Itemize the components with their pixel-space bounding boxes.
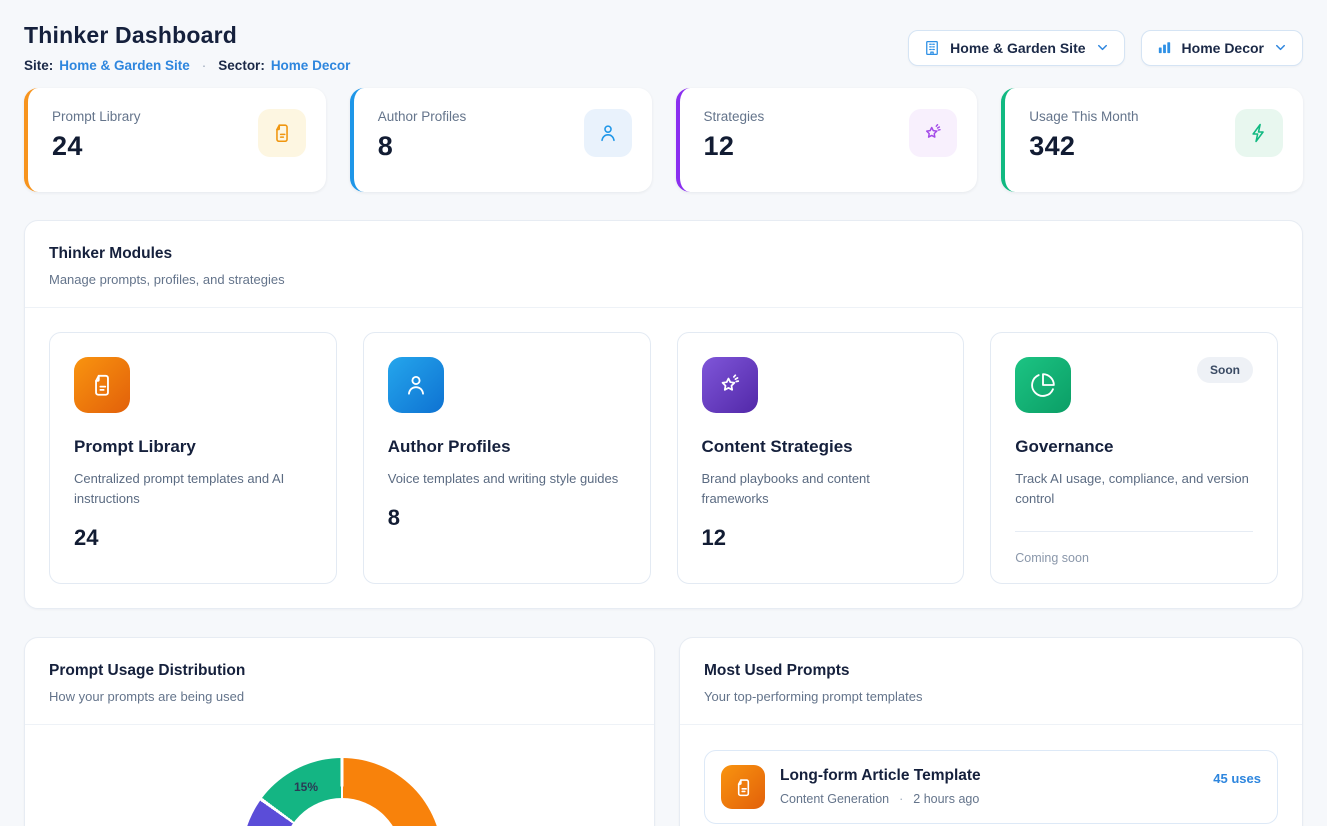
site-selector-dropdown[interactable]: Home & Garden Site <box>908 30 1124 66</box>
user-icon <box>584 109 632 157</box>
soon-badge: Soon <box>1197 357 1253 383</box>
usage-title: Prompt Usage Distribution <box>49 662 630 680</box>
module-card-governance[interactable]: Soon Governance Track AI usage, complian… <box>990 332 1278 584</box>
usage-panel-header: Prompt Usage Distribution How your promp… <box>25 638 654 724</box>
stat-text: Usage This Month 342 <box>1029 109 1138 192</box>
chevron-down-icon <box>1273 40 1288 55</box>
bar-chart-icon <box>1156 39 1173 56</box>
prompt-category: Content Generation <box>780 792 889 806</box>
stat-value: 12 <box>704 131 765 162</box>
stat-label: Author Profiles <box>378 109 467 124</box>
prompt-time: 2 hours ago <box>913 792 979 806</box>
module-title: Prompt Library <box>74 437 312 457</box>
file-icon <box>721 765 765 809</box>
usage-subtitle: How your prompts are being used <box>49 689 630 704</box>
donut-segment-label: 15% <box>294 780 318 794</box>
sector-label: Sector: <box>218 58 265 73</box>
stat-label: Prompt Library <box>52 109 141 124</box>
chevron-down-icon <box>1095 40 1110 55</box>
pie-chart-icon <box>1015 357 1071 413</box>
meta-separator: · <box>899 792 903 806</box>
site-link[interactable]: Home & Garden Site <box>59 58 190 73</box>
module-description: Centralized prompt templates and AI inst… <box>74 469 312 509</box>
header-actions: Home & Garden Site Home Decor <box>908 30 1303 66</box>
thinker-modules-panel: Thinker Modules Manage prompts, profiles… <box>24 220 1303 609</box>
breadcrumb: Site: Home & Garden Site · Sector: Home … <box>24 58 350 73</box>
sector-selector-dropdown[interactable]: Home Decor <box>1141 30 1303 66</box>
sector-selector-label: Home Decor <box>1182 40 1264 56</box>
stat-value: 8 <box>378 131 467 162</box>
prompt-uses-badge: 45 uses <box>1213 765 1261 786</box>
prompt-list: Long-form Article Template Content Gener… <box>680 725 1302 826</box>
prompt-meta: Content Generation · 2 hours ago <box>780 792 1198 806</box>
site-selector-label: Home & Garden Site <box>950 40 1085 56</box>
dashboard-page: Thinker Dashboard Site: Home & Garden Si… <box>0 0 1327 826</box>
donut-chart-area: 15% <box>25 725 654 826</box>
prompt-title: Long-form Article Template <box>780 767 1198 785</box>
module-description: Brand playbooks and content frameworks <box>702 469 940 509</box>
coming-soon-text: Coming soon <box>1015 551 1253 565</box>
prompt-list-item[interactable]: Long-form Article Template Content Gener… <box>704 750 1278 824</box>
user-icon <box>388 357 444 413</box>
modules-subtitle: Manage prompts, profiles, and strategies <box>49 272 1278 287</box>
prompt-usage-panel: Prompt Usage Distribution How your promp… <box>24 637 655 826</box>
prompt-info: Long-form Article Template Content Gener… <box>780 765 1198 806</box>
prompts-subtitle: Your top-performing prompt templates <box>704 689 1278 704</box>
module-title: Governance <box>1015 437 1253 457</box>
site-label: Site: <box>24 58 53 73</box>
divider <box>1015 531 1253 532</box>
module-description: Track AI usage, compliance, and version … <box>1015 469 1253 509</box>
prompts-title: Most Used Prompts <box>704 662 1278 680</box>
star-sparkle-icon <box>702 357 758 413</box>
stat-card-usage: Usage This Month 342 <box>1001 88 1303 192</box>
stat-text: Strategies 12 <box>704 109 765 192</box>
stat-label: Usage This Month <box>1029 109 1138 124</box>
stat-value: 342 <box>1029 131 1138 162</box>
stat-card-prompt-library: Prompt Library 24 <box>24 88 326 192</box>
modules-grid: Prompt Library Centralized prompt templa… <box>25 308 1302 608</box>
file-icon <box>258 109 306 157</box>
stat-text: Author Profiles 8 <box>378 109 467 192</box>
prompts-panel-header: Most Used Prompts Your top-performing pr… <box>680 638 1302 724</box>
stat-text: Prompt Library 24 <box>52 109 141 192</box>
breadcrumb-separator: · <box>202 58 207 73</box>
stat-label: Strategies <box>704 109 765 124</box>
header-left: Thinker Dashboard Site: Home & Garden Si… <box>24 22 350 73</box>
module-description: Voice templates and writing style guides <box>388 469 626 489</box>
page-header: Thinker Dashboard Site: Home & Garden Si… <box>24 22 1303 73</box>
module-icon-row: Soon <box>1015 357 1253 413</box>
stat-value: 24 <box>52 131 141 162</box>
stat-card-strategies: Strategies 12 <box>676 88 978 192</box>
module-card-prompt-library[interactable]: Prompt Library Centralized prompt templa… <box>49 332 337 584</box>
bottom-row: Prompt Usage Distribution How your promp… <box>24 637 1303 826</box>
modules-title: Thinker Modules <box>49 245 1278 263</box>
module-title: Content Strategies <box>702 437 940 457</box>
module-count: 8 <box>388 505 626 531</box>
most-used-prompts-panel: Most Used Prompts Your top-performing pr… <box>679 637 1303 826</box>
module-card-author-profiles[interactable]: Author Profiles Voice templates and writ… <box>363 332 651 584</box>
stats-row: Prompt Library 24 Author Profiles 8 <box>24 88 1303 192</box>
sector-link[interactable]: Home Decor <box>271 58 351 73</box>
donut-chart: 15% <box>242 758 442 826</box>
star-sparkle-icon <box>909 109 957 157</box>
module-title: Author Profiles <box>388 437 626 457</box>
zap-icon <box>1235 109 1283 157</box>
building-icon <box>923 39 941 57</box>
modules-panel-header: Thinker Modules Manage prompts, profiles… <box>25 221 1302 307</box>
page-title: Thinker Dashboard <box>24 22 350 49</box>
module-count: 12 <box>702 525 940 551</box>
file-icon <box>74 357 130 413</box>
module-card-content-strategies[interactable]: Content Strategies Brand playbooks and c… <box>677 332 965 584</box>
donut-hole <box>282 798 402 826</box>
stat-card-author-profiles: Author Profiles 8 <box>350 88 652 192</box>
module-count: 24 <box>74 525 312 551</box>
